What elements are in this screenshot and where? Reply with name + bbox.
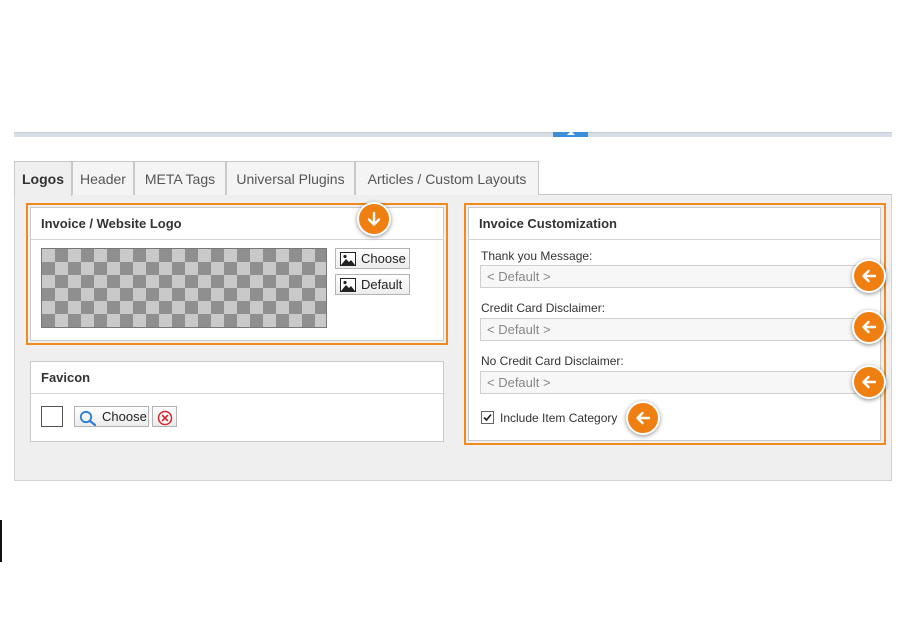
arrow-left-icon xyxy=(852,365,886,399)
favicon-choose-button[interactable]: Choose xyxy=(74,406,149,427)
arrow-left-icon xyxy=(626,401,660,435)
image-icon xyxy=(340,251,356,266)
no-credit-card-disclaimer-input[interactable]: < Default > xyxy=(480,371,865,394)
logo-default-label: Default xyxy=(361,277,403,292)
tab-label: Articles / Custom Layouts xyxy=(367,170,527,187)
favicon-choose-label: Choose xyxy=(102,409,147,424)
no-credit-card-disclaimer-label: No Credit Card Disclaimer: xyxy=(481,354,624,368)
tab-universal-plugins[interactable]: Universal Plugins xyxy=(226,161,355,195)
include-item-category-checkbox[interactable] xyxy=(481,411,494,424)
tab-logos[interactable]: Logos xyxy=(14,161,72,196)
arrow-left-icon xyxy=(852,259,886,293)
image-icon xyxy=(340,277,356,292)
tab-label: Logos xyxy=(22,171,64,187)
arrow-left-icon xyxy=(852,310,886,344)
credit-card-disclaimer-input[interactable]: < Default > xyxy=(480,318,865,341)
logo-preview xyxy=(41,248,327,328)
tab-header[interactable]: Header xyxy=(72,161,134,195)
thank-you-message-input[interactable]: < Default > xyxy=(480,265,865,288)
logo-choose-button[interactable]: Choose xyxy=(335,248,410,269)
include-item-category-label: Include Item Category xyxy=(500,411,618,425)
arrow-down-icon xyxy=(357,202,391,236)
favicon-preview xyxy=(41,406,63,427)
credit-card-disclaimer-label: Credit Card Disclaimer: xyxy=(481,301,606,315)
favicon-remove-button[interactable] xyxy=(152,406,177,427)
tab-label: META Tags xyxy=(144,170,216,187)
tab-label: Header xyxy=(80,170,126,187)
favicon-box-title: Favicon xyxy=(31,362,443,394)
thank-you-message-label: Thank you Message: xyxy=(481,249,593,263)
remove-circle-icon xyxy=(157,410,173,425)
tab-articles-custom-layouts[interactable]: Articles / Custom Layouts xyxy=(355,161,539,195)
tab-meta-tags[interactable]: META Tags xyxy=(134,161,226,195)
search-icon xyxy=(79,410,97,426)
splitter-handle[interactable] xyxy=(553,131,588,137)
logo-default-button[interactable]: Default xyxy=(335,274,410,295)
edge-marker xyxy=(0,520,2,562)
splitter-bar[interactable] xyxy=(14,132,892,137)
favicon-box: Favicon xyxy=(30,361,444,442)
logo-choose-label: Choose xyxy=(361,251,406,266)
tab-label: Universal Plugins xyxy=(236,170,345,187)
checkmark-icon xyxy=(483,413,492,422)
